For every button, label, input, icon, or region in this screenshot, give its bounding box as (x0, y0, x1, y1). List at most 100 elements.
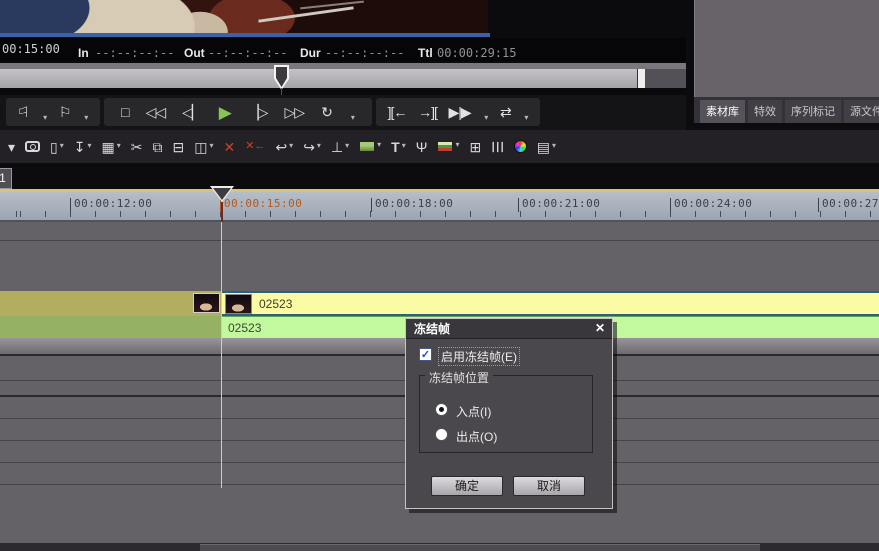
ok-button[interactable]: 确定 (431, 476, 503, 496)
out-point-radio-label[interactable]: 出点(O) (456, 428, 497, 445)
play-button[interactable]: ▶ (219, 104, 231, 121)
paste-icon[interactable]: ⊟ (173, 140, 185, 154)
tool-dropdown-caret: ▾ (8, 140, 15, 154)
preview-scrubber[interactable] (0, 61, 686, 95)
preview-border (0, 33, 490, 37)
add-cut-point-icon[interactable]: ⊥▾ (331, 140, 349, 154)
rewind-button[interactable]: ◁◁ (146, 105, 166, 119)
color-correction-icon (514, 140, 527, 153)
play-around-cursor-button[interactable]: ▶|▶ (448, 105, 470, 119)
title-text-icon: T (391, 140, 400, 154)
dialog-title[interactable]: 冻结帧 (406, 319, 612, 339)
in-point-radio[interactable] (435, 403, 448, 416)
undo-icon-caret[interactable]: ▾ (289, 142, 293, 154)
set-in-point-button[interactable]: ⚐ (18, 105, 30, 119)
import-icon[interactable]: ↧▾ (74, 140, 92, 154)
set-in-point-button-caret[interactable]: ▾ (43, 114, 47, 126)
save-project-icon: ▦ (102, 140, 115, 154)
duplicate-icon-caret[interactable]: ▾ (209, 142, 213, 154)
cancel-button[interactable]: 取消 (513, 476, 585, 496)
trim-mode-icon[interactable]: ⊞ (469, 140, 481, 154)
enable-freeze-frame-label[interactable]: 启用冻结帧(E) (439, 348, 519, 365)
timeline-ruler[interactable]: 00:00:12:0000:00:15:0000:00:18:0000:00:2… (0, 192, 879, 222)
scrubber-bar[interactable] (0, 69, 637, 88)
timecode-value-dur: --:--:--:-- (325, 46, 404, 60)
sequence-tab[interactable]: 1 (0, 168, 12, 189)
color-correction-icon[interactable] (514, 140, 527, 153)
audio-clip-left[interactable] (0, 316, 222, 338)
loop-playback-button-caret[interactable]: ▾ (351, 114, 355, 126)
ripple-delete-icon[interactable]: ✕← (245, 141, 265, 152)
set-transition-icon[interactable]: ▾ (359, 141, 381, 153)
goto-out-point-button[interactable]: →][ (418, 105, 437, 119)
panel-tab-序列标记[interactable]: 序列标记 (785, 100, 841, 123)
cut-icon: ✂ (131, 140, 143, 154)
undo-icon[interactable]: ↩▾ (275, 140, 293, 154)
panel-tab-strip: 素材库特效序列标记源文件 (694, 97, 879, 123)
sequence-tab-bar: 1 (0, 166, 879, 189)
ruler-major-tick (670, 198, 671, 212)
stop-button[interactable]: □ (121, 105, 128, 119)
close-icon[interactable]: ✕ (595, 321, 605, 335)
panel-tab-素材库[interactable]: 素材库 (700, 100, 745, 123)
add-cut-point-icon-caret[interactable]: ▾ (345, 142, 349, 154)
set-out-point-button[interactable]: ⚐ (59, 105, 71, 119)
new-sequence-icon[interactable]: ▯▾ (50, 140, 64, 154)
panel-layout-icon-caret[interactable]: ▾ (552, 142, 556, 154)
capture-icon[interactable] (25, 141, 40, 152)
copy-icon[interactable]: ⧉ (153, 140, 163, 154)
set-out-point-button-caret[interactable]: ▾ (84, 114, 88, 126)
previous-frame-button[interactable]: ◁▏ (182, 105, 202, 119)
fast-forward-button[interactable]: ▷▷ (284, 105, 304, 119)
timecode-value-out: --:--:--:-- (208, 46, 287, 60)
duplicate-icon[interactable]: ◫▾ (194, 140, 213, 154)
tool-dropdown-caret[interactable]: ▾ (8, 140, 15, 154)
panel-tab-特效[interactable]: 特效 (748, 100, 782, 123)
cut-icon[interactable]: ✂ (131, 140, 143, 154)
redo-icon-caret[interactable]: ▾ (317, 142, 321, 154)
import-icon-caret[interactable]: ▾ (88, 142, 92, 154)
export-to-recorder-button[interactable]: ⇄ (500, 105, 511, 119)
loop-playback-button[interactable]: ↻ (321, 105, 332, 119)
new-sequence-icon-caret[interactable]: ▾ (60, 142, 64, 154)
set-transition-icon-caret[interactable]: ▾ (377, 141, 381, 153)
title-text-icon[interactable]: T▾ (391, 140, 406, 154)
add-cut-point-icon: ⊥ (331, 140, 343, 154)
freeze-position-group-label: 冻结帧位置 (425, 369, 493, 386)
video-clip-frozen[interactable]: 02523 (222, 291, 879, 316)
out-point-radio[interactable] (435, 428, 448, 441)
mark-button-group: ⚐ ▾ ⚐ ▾ (6, 98, 100, 126)
panel-layout-icon[interactable]: ▤▾ (537, 140, 556, 154)
bin-panel-body (694, 0, 879, 97)
title-text-icon-caret[interactable]: ▾ (402, 142, 406, 154)
audio-mixer-icon[interactable]: ☰ (491, 140, 504, 154)
delete-parts-icon[interactable]: ✕ (223, 140, 235, 154)
in-point-radio-label[interactable]: 入点(I) (456, 403, 491, 420)
panel-tab-源文件[interactable]: 源文件 (844, 100, 879, 123)
save-project-icon-caret[interactable]: ▾ (117, 142, 121, 154)
video-clip-left[interactable] (0, 291, 222, 316)
next-frame-button[interactable]: ▕▷ (248, 105, 268, 119)
save-project-icon[interactable]: ▦▾ (102, 140, 121, 154)
timecode-label-dur: Dur (300, 46, 321, 60)
scrubber-handle[interactable] (637, 69, 645, 88)
play-around-cursor-button-caret[interactable]: ▾ (484, 114, 488, 126)
horizontal-scrollbar-thumb[interactable] (200, 544, 760, 551)
voice-over-icon[interactable]: Ψ (416, 140, 428, 154)
panel-layout-icon: ▤ (537, 140, 550, 154)
redo-icon[interactable]: ↪▾ (303, 140, 321, 154)
timecode-value-in: --:--:--:-- (95, 46, 174, 60)
enable-freeze-frame-checkbox[interactable]: ✓ (419, 348, 432, 361)
video-clip-label: 02523 (259, 297, 292, 311)
goto-in-point-button[interactable]: ][← (388, 105, 407, 119)
render-icon-caret[interactable]: ▾ (455, 141, 459, 153)
preview-highlight (258, 6, 353, 22)
voice-over-icon: Ψ (416, 140, 428, 154)
timecode-label-out: Out (184, 46, 205, 60)
timecode-bar: 00:15:00 In--:--:--:--Out--:--:--:--Dur-… (0, 38, 686, 61)
playhead-ruler-line (221, 202, 223, 222)
timecode-value-ttl: 00:00:29:15 (437, 46, 516, 60)
undo-icon: ↩ (275, 140, 287, 154)
render-icon[interactable]: ▾ (437, 141, 459, 153)
export-to-recorder-button-caret[interactable]: ▾ (524, 114, 528, 126)
